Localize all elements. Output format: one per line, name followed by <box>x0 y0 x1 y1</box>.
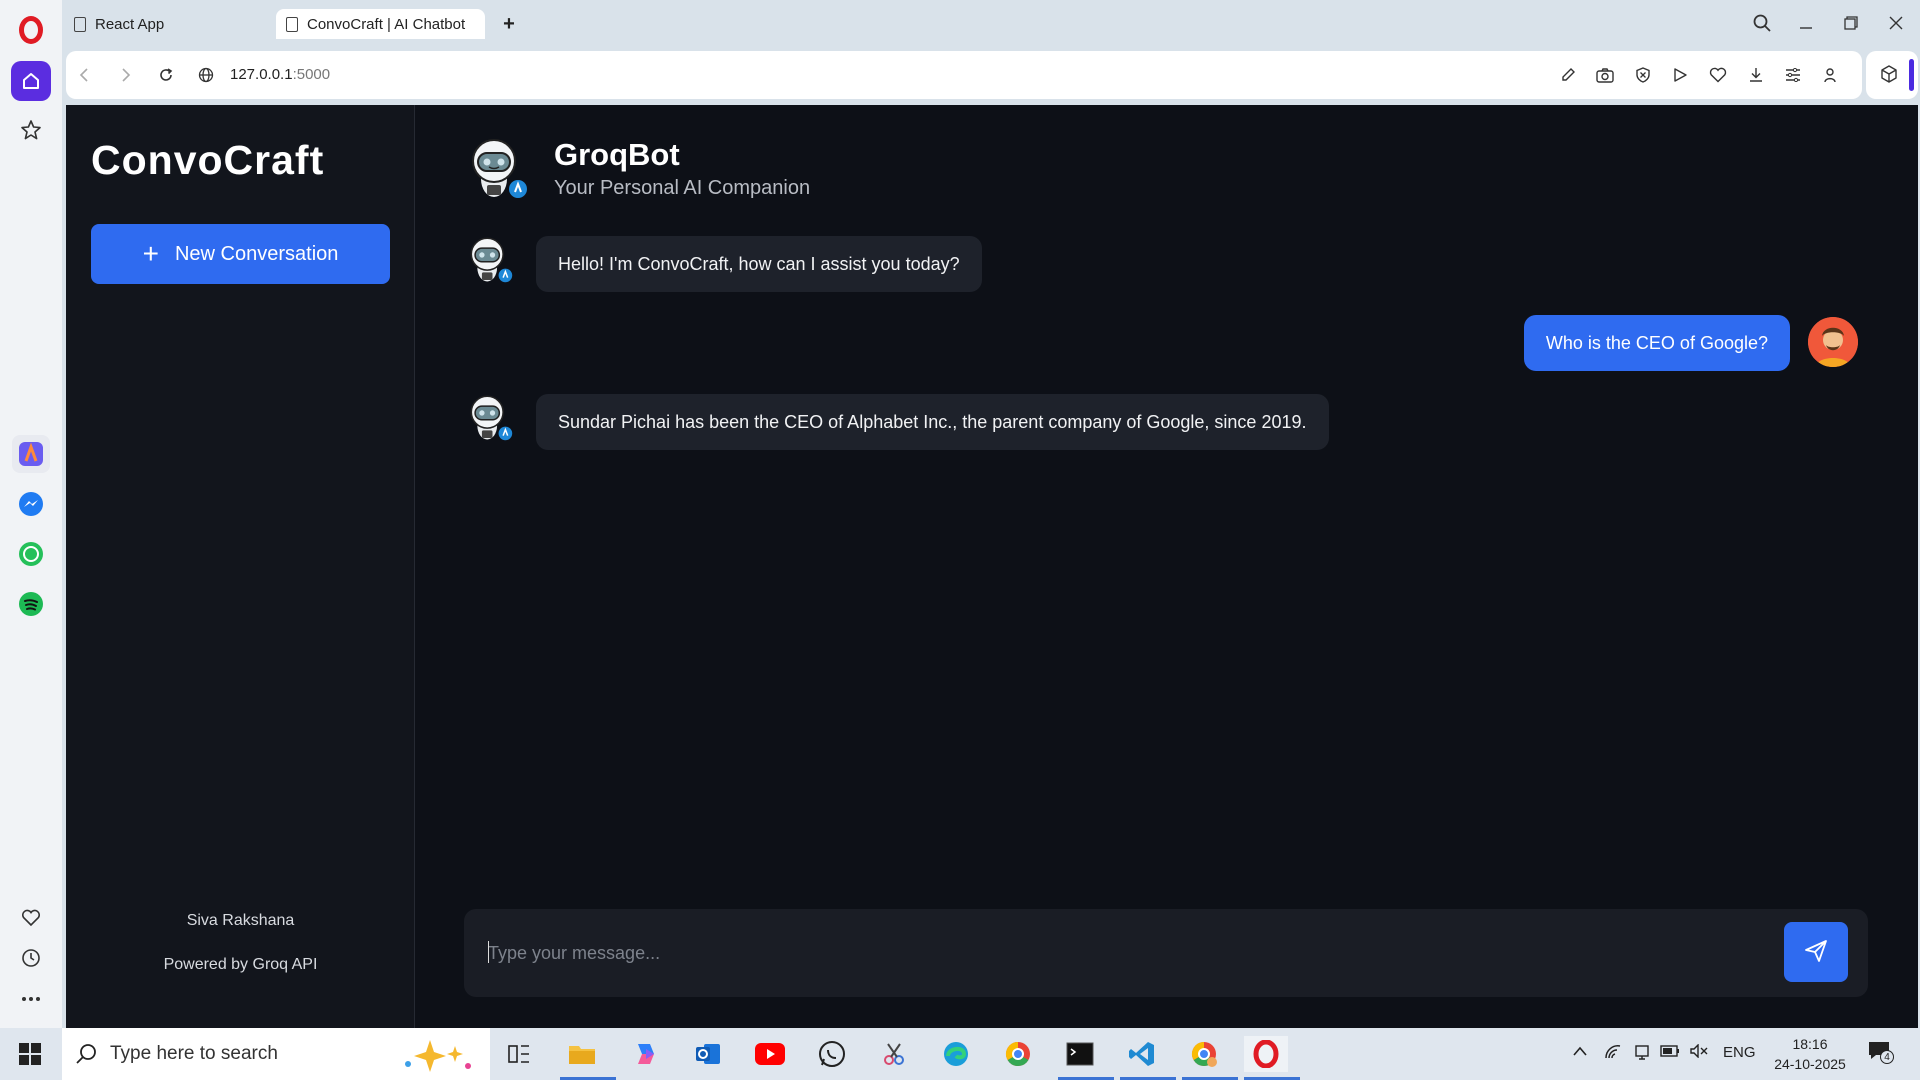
flow-send-icon[interactable] <box>1668 63 1692 87</box>
adblock-icon[interactable] <box>1631 63 1655 87</box>
task-view-icon[interactable] <box>497 1036 541 1072</box>
message-composer <box>464 909 1868 997</box>
chrome-icon[interactable] <box>996 1036 1040 1072</box>
camera-icon[interactable] <box>1593 63 1617 87</box>
more-icon[interactable] <box>19 987 43 1011</box>
minimize-button[interactable] <box>1791 10 1821 36</box>
opera-logo-icon[interactable] <box>19 16 43 44</box>
messenger-icon[interactable] <box>12 485 50 523</box>
notification-count: 4 <box>1880 1050 1894 1064</box>
favorite-heart-icon[interactable] <box>1706 63 1730 87</box>
spotify-icon[interactable] <box>12 585 50 623</box>
heart-icon[interactable] <box>19 906 43 930</box>
close-window-button[interactable] <box>1881 10 1911 36</box>
tab-react-app[interactable]: React App <box>64 9 264 39</box>
app-viewport: ConvoCraft + New Conversation Siva Raksh… <box>66 105 1918 1028</box>
speed-dial-star-icon[interactable] <box>19 118 43 142</box>
copilot-icon[interactable] <box>624 1036 668 1072</box>
author-name: Siva Rakshana <box>186 912 295 929</box>
search-icon <box>76 1043 98 1070</box>
taskbar-clock[interactable]: 18:16 24-10-2025 <box>1770 1034 1850 1074</box>
network-icon[interactable] <box>1604 1044 1622 1064</box>
bot-message-avatar-icon <box>466 236 516 291</box>
url-host: 127.0.0.1 <box>230 66 293 83</box>
edge-icon[interactable] <box>934 1036 978 1072</box>
message-text: Who is the CEO of Google? <box>1545 332 1768 353</box>
sidebar-accent-bar <box>1909 59 1914 91</box>
battery-icon[interactable] <box>1660 1044 1680 1062</box>
message-input[interactable] <box>488 933 1788 973</box>
url-port: :5000 <box>292 66 331 83</box>
snipping-tool-icon[interactable] <box>872 1036 916 1072</box>
url-field[interactable]: 127.0.0.1:5000 <box>230 66 330 83</box>
language-indicator[interactable]: ENG <box>1723 1044 1756 1061</box>
send-button[interactable] <box>1784 922 1848 982</box>
download-icon[interactable] <box>1744 63 1768 87</box>
home-icon[interactable] <box>11 61 51 101</box>
taskbar-search[interactable]: Type here to search <box>62 1028 490 1080</box>
windows-taskbar: Type here to search ENG 18:16 24-10-2025… <box>0 1028 1920 1080</box>
tab-convocraft[interactable]: ConvoCraft | AI Chatbot <box>276 9 485 39</box>
page-icon <box>286 16 298 32</box>
vscode-icon[interactable] <box>1120 1036 1176 1080</box>
extensions-button[interactable] <box>1866 51 1918 99</box>
forward-icon[interactable] <box>114 63 138 87</box>
terminal-icon[interactable] <box>1058 1036 1114 1080</box>
tab-title: ConvoCraft | AI Chatbot <box>307 15 466 33</box>
easy-setup-icon[interactable] <box>1781 63 1805 87</box>
whatsapp-taskbar-icon[interactable] <box>810 1036 854 1072</box>
clock-date: 24-10-2025 <box>1774 1056 1846 1072</box>
tab-title: React App <box>95 15 165 33</box>
new-conversation-button[interactable]: + New Conversation <box>91 224 390 284</box>
youtube-icon[interactable] <box>748 1036 792 1072</box>
opera-taskbar-icon[interactable] <box>1244 1036 1300 1080</box>
history-icon[interactable] <box>19 946 43 970</box>
user-message: Who is the CEO of Google? <box>1523 315 1790 371</box>
taskbar-search-placeholder: Type here to search <box>110 1043 278 1064</box>
user-avatar <box>1808 317 1858 367</box>
show-hidden-icons[interactable] <box>1572 1044 1588 1061</box>
page-icon <box>74 16 86 32</box>
volume-muted-icon[interactable] <box>1690 1043 1708 1062</box>
restore-button[interactable] <box>1836 10 1866 36</box>
bot-message-avatar-icon <box>466 394 516 449</box>
new-conversation-label: New Conversation <box>174 242 339 265</box>
browser-sidebar <box>0 0 62 1028</box>
text-caret <box>488 941 489 963</box>
bot-avatar-icon <box>466 137 532 208</box>
outlook-icon[interactable] <box>686 1036 730 1072</box>
brand-title: ConvoCraft <box>91 137 325 183</box>
message-text: Sundar Pichai has been the CEO of Alphab… <box>558 411 1307 432</box>
reload-icon[interactable] <box>154 63 178 87</box>
powered-by: Powered by Groq API <box>163 956 318 973</box>
aria-app-icon[interactable] <box>12 435 50 473</box>
bot-tagline: Your Personal AI Companion <box>554 177 811 199</box>
chrome-profile-icon[interactable] <box>1182 1036 1238 1080</box>
clock-time: 18:16 <box>1792 1036 1828 1052</box>
profile-icon[interactable] <box>1818 63 1842 87</box>
whatsapp-icon[interactable] <box>12 535 50 573</box>
chat-panel: GroqBot Your Personal AI Companion Hello… <box>416 105 1918 1028</box>
globe-icon[interactable] <box>194 63 218 87</box>
plus-icon: + <box>142 238 159 269</box>
message-text: Hello! I'm ConvoCraft, how can I assist … <box>558 253 960 274</box>
address-bar: 127.0.0.1:5000 <box>66 51 1862 99</box>
bot-name: GroqBot <box>554 137 680 172</box>
send-icon <box>1804 939 1828 966</box>
app-sidebar: ConvoCraft + New Conversation Siva Raksh… <box>66 105 415 1028</box>
edit-icon[interactable] <box>1556 63 1580 87</box>
bot-message: Hello! I'm ConvoCraft, how can I assist … <box>536 236 982 292</box>
extensions-cube-icon <box>1880 65 1898 88</box>
bot-message: Sundar Pichai has been the CEO of Alphab… <box>536 394 1329 450</box>
notification-center[interactable]: 4 <box>1868 1040 1898 1068</box>
copilot-sparkle-icon <box>400 1036 480 1077</box>
new-tab-button[interactable]: + <box>498 13 520 35</box>
search-tabs-icon[interactable] <box>1747 10 1777 36</box>
device-icon[interactable] <box>1634 1044 1650 1064</box>
back-icon[interactable] <box>72 63 96 87</box>
file-explorer-icon[interactable] <box>560 1036 616 1080</box>
windows-start-icon[interactable] <box>18 1042 42 1066</box>
